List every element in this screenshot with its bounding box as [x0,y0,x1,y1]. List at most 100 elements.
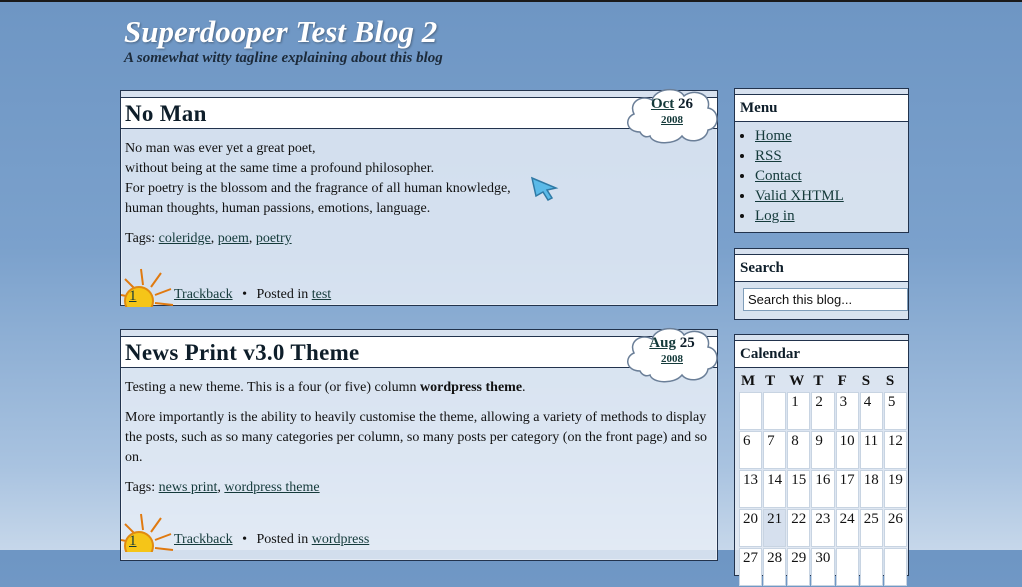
comment-count-link[interactable]: 1 [129,288,137,305]
calendar-empty-day [859,548,883,586]
tag-link[interactable]: poetry [256,231,292,246]
post-footer-links: Trackback • Posted in test [174,287,331,303]
calendar-weekday-header: T [813,372,824,389]
tag-link[interactable]: news print [159,480,218,495]
post-line: human thoughts, human passions, emotions… [125,201,431,216]
tag-link[interactable]: coleridge [159,231,211,246]
calendar-day: 14 [763,470,787,508]
calendar-day: 30 [811,548,835,586]
search-title: Search [735,255,908,282]
comment-count-link[interactable]: 1 [129,533,137,550]
calendar-empty-day [763,392,787,430]
tag-link[interactable]: wordpress theme [224,480,319,495]
calendar-day: 24 [835,509,859,547]
calendar-day: 2 [811,392,835,430]
search-widget: Search Search this blog... [734,248,909,320]
calendar-day: 6 [739,431,763,469]
post-year-link[interactable]: 2008 [622,113,722,127]
posted-in-label: Posted in [256,532,309,547]
post-title[interactable]: No Man [125,101,207,127]
calendar-weekday-header: S [885,372,895,389]
post-date-cloud: Aug 25 2008 [622,321,722,387]
calendar-empty-day [739,392,763,430]
menu-link-login[interactable]: Log in [755,208,795,224]
menu-title: Menu [735,95,908,122]
calendar-day: 23 [811,509,835,547]
calendar-day: 25 [859,509,883,547]
calendar-day: 15 [787,470,811,508]
calendar-day: 11 [859,431,883,469]
calendar-day: 27 [739,548,763,586]
tags-label: Tags: [125,231,156,246]
post-line: without being at the same time a profoun… [125,161,435,176]
calendar-week-row: 12345 [739,392,907,430]
search-input[interactable]: Search this blog... [743,288,908,311]
calendar-day: 29 [787,548,811,586]
calendar-day: 22 [787,509,811,547]
calendar-day: 16 [811,470,835,508]
post-text: . [522,380,526,395]
menu-link-home[interactable]: Home [755,128,792,144]
trackback-link[interactable]: Trackback [174,287,233,302]
trackback-link[interactable]: Trackback [174,532,233,547]
post-month-link[interactable]: Oct [651,96,674,112]
calendar-header-row: MTWTFSS [739,371,907,391]
calendar-weekday-header: S [861,372,871,389]
blog-title[interactable]: Superdooper Test Blog 2 [124,14,443,50]
post-body: Testing a new theme. This is a four (or … [121,368,717,498]
calendar-day: 17 [835,470,859,508]
calendar-day: 18 [859,470,883,508]
calendar-weekday-header: W [789,372,805,389]
menu-link-contact[interactable]: Contact [755,168,802,184]
mouse-cursor-icon [530,176,559,201]
tag-link[interactable]: poem [218,231,249,246]
calendar-day: 19 [883,470,907,508]
separator-bullet: • [242,532,247,547]
post-year-link[interactable]: 2008 [622,352,722,366]
post-title[interactable]: News Print v3.0 Theme [125,340,360,366]
calendar-day: 21 [763,509,787,547]
post-month-link[interactable]: Aug [649,335,676,351]
category-link[interactable]: wordpress [312,532,370,547]
blog-tagline: A somewhat witty tagline explaining abou… [124,50,443,66]
post-line: For poetry is the blossom and the fragra… [125,181,511,196]
tags-label: Tags: [125,480,156,495]
calendar-weekday-header: T [765,372,776,389]
calendar-weekday-header: M [741,372,756,389]
calendar-week-row: 13 14 15 16 17 18 19 [739,470,907,508]
calendar-day: 28 [763,548,787,586]
calendar-weekday-header: F [837,372,847,389]
post-content: No man was ever yet a great poet, withou… [125,139,713,219]
menu-item: Log in [755,206,908,226]
post-footer: 1 Trackback • Posted in test [121,265,717,307]
category-link[interactable]: test [312,287,331,302]
post-day: 26 [678,96,694,112]
top-border-line [0,0,1022,2]
post-footer-links: Trackback • Posted in wordpress [174,532,369,548]
calendar-empty-day [835,548,859,586]
menu-item: RSS [755,146,908,166]
calendar-day: 10 [835,431,859,469]
menu-item: Home [755,126,908,146]
post-date: Aug 25 2008 [622,335,722,366]
calendar-day: 3 [835,392,859,430]
calendar-day: 13 [739,470,763,508]
calendar-empty-day [883,548,907,586]
calendar-day: 4 [859,392,883,430]
post-day: 25 [679,335,695,351]
calendar-table: MTWTFSS 1 2 3 4 5 6 7 8 9 10 11 12 13 14 15 16 17 18 19 20 2… [738,370,908,587]
blog-header: Superdooper Test Blog 2 A somewhat witty… [124,14,443,67]
calendar-day: 1 [787,392,811,430]
menu-widget: Menu Home RSS Contact Valid XHTML Log in [734,88,909,233]
calendar-week-row: 20 21 22 23 24 25 26 [739,509,907,547]
calendar-title: Calendar [735,341,908,368]
posted-in-label: Posted in [256,287,309,302]
separator-bullet: • [242,287,247,302]
post-line: No man was ever yet a great poet, [125,141,316,156]
calendar-widget: Calendar MTWTFSS 1 2 3 4 5 6 7 8 9 10 11 12 13 14 15 16… [734,334,909,586]
post-tags: Tags: news print, wordpress theme [125,480,320,495]
calendar-day: 20 [739,509,763,547]
menu-link-valid-xhtml[interactable]: Valid XHTML [755,188,844,204]
menu-link-rss[interactable]: RSS [755,148,782,164]
menu-list: Home RSS Contact Valid XHTML Log in [735,122,908,232]
